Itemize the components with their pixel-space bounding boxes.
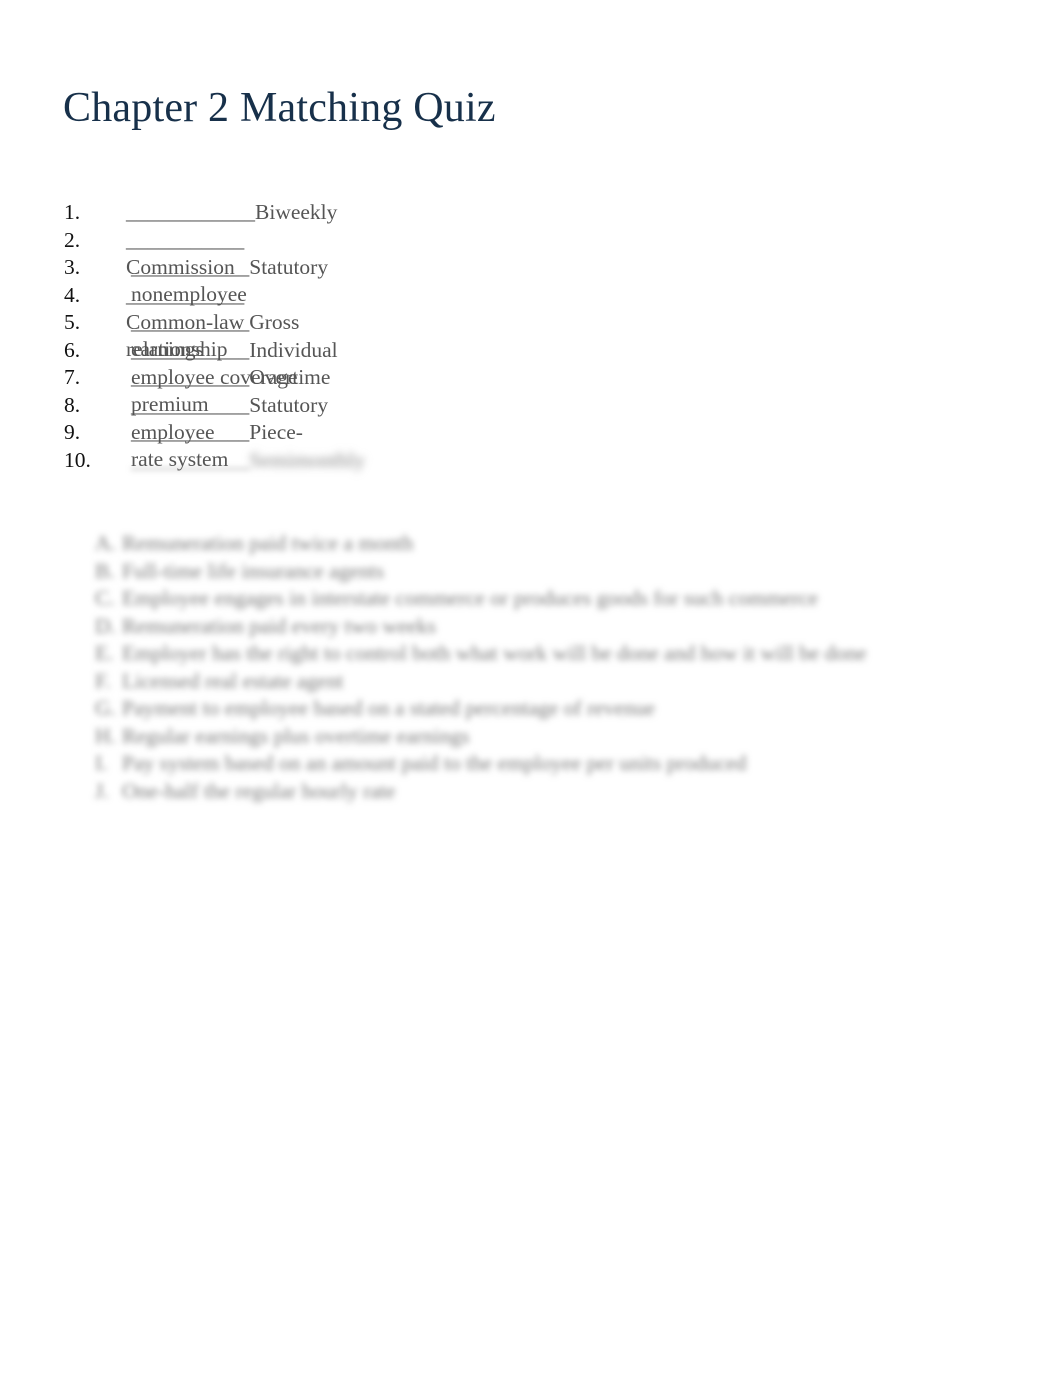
definition-text: Regular earnings plus overtime earnings: [122, 723, 470, 748]
term-label: Semimonthly: [249, 447, 366, 472]
answer-blank[interactable]: ___________: [131, 365, 249, 389]
definition-item: F. Licensed real estate agent: [95, 668, 895, 696]
term-number: 3.: [64, 255, 81, 279]
term-number: 6.: [64, 337, 81, 362]
term-number: 9.: [64, 420, 81, 444]
definition-letter: E.: [95, 641, 114, 665]
definition-item: H. Regular earnings plus overtime earning…: [95, 723, 895, 751]
term-label: Biweekly: [255, 200, 338, 224]
definition-text: Remuneration paid every two weeks: [122, 613, 437, 638]
definition-item: D. Remuneration paid every two weeks: [95, 613, 895, 641]
definition-text: Remuneration paid twice a month: [122, 531, 414, 555]
definition-item: G. Payment to employee based on a stated …: [95, 695, 895, 723]
answer-blank[interactable]: ___________: [126, 283, 244, 307]
definition-letter: I.: [95, 751, 108, 775]
definition-text: Employee engages in interstate commerce …: [122, 586, 819, 610]
definition-item: E. Employer has the right to control both…: [95, 640, 895, 668]
definition-letter: D.: [95, 613, 116, 638]
definition-letter: F.: [95, 668, 111, 693]
answer-blank[interactable]: ___________: [126, 200, 244, 224]
definition-letter: C.: [95, 586, 115, 610]
definition-letter: J.: [95, 778, 109, 803]
answer-blank[interactable]: ___________: [131, 310, 249, 334]
term-number: 8.: [64, 392, 81, 417]
definition-text: Full-time life insurance agents: [122, 558, 385, 583]
definition-item: B. Full-time life insurance agents: [95, 558, 895, 586]
answer-blank[interactable]: ___________: [131, 420, 249, 444]
definition-text: Licensed real estate agent: [122, 668, 344, 693]
term-number: 4.: [64, 282, 81, 307]
definition-item: I. Pay system based on an amount paid to …: [95, 750, 895, 778]
answer-blank[interactable]: ___________: [126, 228, 244, 252]
definition-item: J. One-half the regular hourly rate: [95, 778, 895, 806]
definition-text: Employer has the right to control both w…: [122, 641, 867, 665]
term-number: 10.: [64, 447, 91, 472]
definition-letter: G.: [95, 696, 116, 720]
definition-item: A. Remuneration paid twice a month: [95, 530, 895, 558]
answer-blank[interactable]: ___________: [131, 448, 249, 472]
definition-item: C. Employee engages in interstate commerc…: [95, 585, 895, 613]
definition-text: Payment to employee based on a stated pe…: [122, 696, 656, 720]
page-title: Chapter 2 Matching Quiz: [63, 85, 496, 131]
definitions-list-blurred: A. Remuneration paid twice a month B. Full…: [95, 530, 895, 805]
term-number: 2.: [64, 227, 81, 252]
definition-text: Pay system based on an amount paid to th…: [122, 751, 747, 775]
term-number: 7.: [64, 365, 81, 389]
term-number: 5.: [64, 310, 81, 334]
answer-blank[interactable]: ___________: [131, 338, 249, 362]
answer-blank[interactable]: ___________: [131, 393, 249, 417]
definition-text: One-half the regular hourly rate: [122, 778, 396, 803]
term-number: 1.: [64, 200, 81, 224]
answer-blank[interactable]: ___________: [131, 255, 249, 279]
definition-letter: H.: [95, 723, 116, 748]
definition-letter: B.: [95, 558, 115, 583]
definition-letter: A.: [95, 531, 116, 555]
